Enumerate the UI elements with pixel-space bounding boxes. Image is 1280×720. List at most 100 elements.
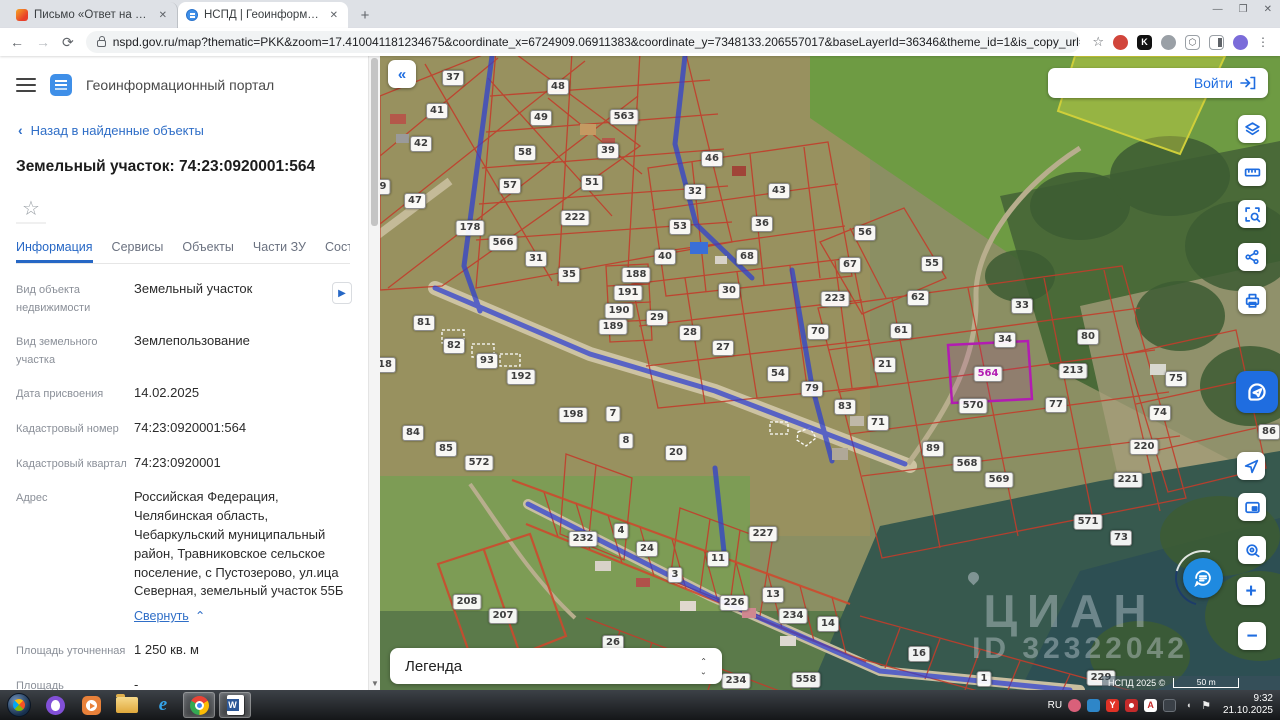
legend-bar[interactable]: Легенда ⌃⌃ (390, 648, 722, 684)
parcel-label-80[interactable]: 80 (1077, 329, 1099, 345)
parcel-label-232[interactable]: 232 (569, 531, 598, 547)
parcel-label-31[interactable]: 31 (525, 251, 547, 267)
parcel-label-93[interactable]: 93 (476, 353, 498, 369)
parcel-label-21[interactable]: 21 (874, 357, 896, 373)
parcel-label-53[interactable]: 53 (669, 219, 691, 235)
forward-icon[interactable]: → (36, 35, 50, 49)
parcel-label-222[interactable]: 222 (561, 210, 590, 226)
parcel-label-86[interactable]: 86 (1258, 424, 1280, 440)
tab-close-icon[interactable]: ✕ (328, 10, 340, 21)
parcel-label-74[interactable]: 74 (1149, 405, 1171, 421)
parcel-label-24[interactable]: 24 (636, 541, 658, 557)
parcel-label-13[interactable]: 13 (762, 587, 784, 603)
acrobat-tray-icon[interactable]: A (1144, 699, 1157, 712)
parcel-label-570[interactable]: 570 (959, 398, 988, 414)
taskbar-app-media[interactable] (75, 692, 107, 718)
parcel-label-83[interactable]: 83 (834, 399, 856, 415)
parcel-label-55[interactable]: 55 (921, 256, 943, 272)
maximize-button[interactable]: ❐ (1239, 4, 1248, 15)
parcel-label-70[interactable]: 70 (807, 324, 829, 340)
favorite-star-icon[interactable]: ☆ (16, 194, 46, 224)
tab-Информация[interactable]: Информация (16, 240, 93, 263)
zoom-in-button[interactable]: + (1237, 577, 1265, 605)
reload-icon[interactable]: ⟳ (62, 35, 74, 49)
kinopoisk-extension-icon[interactable]: K (1137, 35, 1152, 50)
tab-Сервисы[interactable]: Сервисы (112, 240, 164, 263)
measure-button[interactable] (1238, 158, 1266, 186)
parcel-label-220[interactable]: 220 (1130, 439, 1159, 455)
coordinate-search-button[interactable] (1238, 536, 1266, 564)
parcel-label-569[interactable]: 569 (985, 472, 1014, 488)
close-button[interactable]: ✕ (1264, 4, 1272, 15)
parcel-label-37[interactable]: 37 (442, 70, 464, 86)
print-button[interactable] (1238, 286, 1266, 314)
parcel-label-36[interactable]: 36 (751, 216, 773, 232)
parcel-label-49[interactable]: 49 (530, 110, 552, 126)
parcel-label-35[interactable]: 35 (558, 267, 580, 283)
parcel-label-16[interactable]: 16 (908, 646, 930, 662)
parcel-label-68[interactable]: 68 (736, 249, 758, 265)
tab-Объекты[interactable]: Объекты (182, 240, 234, 263)
taskbar-app-explorer[interactable] (111, 692, 143, 718)
taskbar-clock[interactable]: 9:32 21.10.2025 (1223, 693, 1273, 717)
hamburger-menu-icon[interactable] (16, 78, 36, 92)
parcel-label-234[interactable]: 234 (779, 608, 808, 624)
parcel-label-234[interactable]: 234 (722, 673, 751, 689)
parcel-label-227[interactable]: 227 (749, 526, 778, 542)
parcel-label-46[interactable]: 46 (701, 151, 723, 167)
parcel-label-75[interactable]: 75 (1165, 371, 1187, 387)
parcel-label-29[interactable]: 29 (646, 310, 668, 326)
tab-Части ЗУ[interactable]: Части ЗУ (253, 240, 306, 263)
taskbar-app-chrome[interactable] (183, 692, 215, 718)
identify-tool-button-active[interactable] (1236, 371, 1278, 413)
bookmark-star-icon[interactable]: ☆ (1092, 34, 1104, 50)
action-center-flag-icon[interactable]: ⚑ (1201, 699, 1211, 712)
parcel-label-198[interactable]: 198 (559, 407, 588, 423)
messenger-tray-icon[interactable] (1087, 699, 1100, 712)
minimize-button[interactable]: — (1213, 4, 1223, 15)
parcel-label-178[interactable]: 178 (456, 220, 485, 236)
back-icon[interactable]: ← (10, 35, 24, 49)
parcel-label-4[interactable]: 4 (614, 523, 629, 539)
parcel-label-34[interactable]: 34 (994, 332, 1016, 348)
back-to-results-link[interactable]: ‹ Назад в найденные объекты (18, 122, 350, 138)
share-button[interactable] (1238, 243, 1266, 271)
adguard-extension-icon[interactable] (1113, 35, 1128, 50)
browser-tab-nspd[interactable]: НСПД | Геоинформационный п ✕ (178, 2, 348, 28)
parcel-label-77[interactable]: 77 (1045, 397, 1067, 413)
parcel-label-226[interactable]: 226 (720, 595, 749, 611)
parcel-label-84[interactable]: 84 (402, 425, 424, 441)
sidebar-collapse-button[interactable]: « (388, 60, 416, 88)
parcel-label-48[interactable]: 48 (547, 79, 569, 95)
parcel-label-188[interactable]: 188 (622, 267, 651, 283)
taskbar-app-alice[interactable] (39, 692, 71, 718)
parcel-label-32[interactable]: 32 (684, 184, 706, 200)
parcel-label-89[interactable]: 89 (922, 441, 944, 457)
yandex-tray-icon[interactable]: Y (1106, 699, 1119, 712)
parcel-label-54[interactable]: 54 (767, 366, 789, 382)
parcel-label-568[interactable]: 568 (953, 456, 982, 472)
parcel-label-62[interactable]: 62 (907, 290, 929, 306)
parcel-label-190[interactable]: 190 (605, 303, 634, 319)
scrollbar-thumb[interactable] (371, 58, 378, 226)
scrollbar-down-arrow-icon[interactable]: ▼ (369, 679, 380, 688)
parcel-label-191[interactable]: 191 (614, 285, 643, 301)
parcel-label-71[interactable]: 71 (867, 415, 889, 431)
parcel-label-43[interactable]: 43 (768, 183, 790, 199)
parcel-label-9[interactable]: 9 (380, 179, 390, 195)
parcel-label-40[interactable]: 40 (654, 249, 676, 265)
side-panel-icon[interactable] (1209, 35, 1224, 50)
parcel-label-11[interactable]: 11 (707, 551, 729, 567)
parcel-label-42[interactable]: 42 (410, 136, 432, 152)
parcel-label-51[interactable]: 51 (581, 175, 603, 191)
browser-tab-mail[interactable]: Письмо «Ответ на запрос по Р ✕ (8, 2, 178, 28)
parcel-label-30[interactable]: 30 (718, 283, 740, 299)
parcel-label-41[interactable]: 41 (426, 103, 448, 119)
start-button[interactable] (3, 692, 35, 718)
parcel-label-58[interactable]: 58 (514, 145, 536, 161)
select-area-button[interactable] (1238, 200, 1266, 228)
overview-map-button[interactable] (1238, 493, 1266, 521)
parcel-label-189[interactable]: 189 (599, 319, 628, 335)
parcel-label-207[interactable]: 207 (489, 608, 518, 624)
puzzle-extensions-icon[interactable]: ⬡ (1185, 35, 1200, 50)
